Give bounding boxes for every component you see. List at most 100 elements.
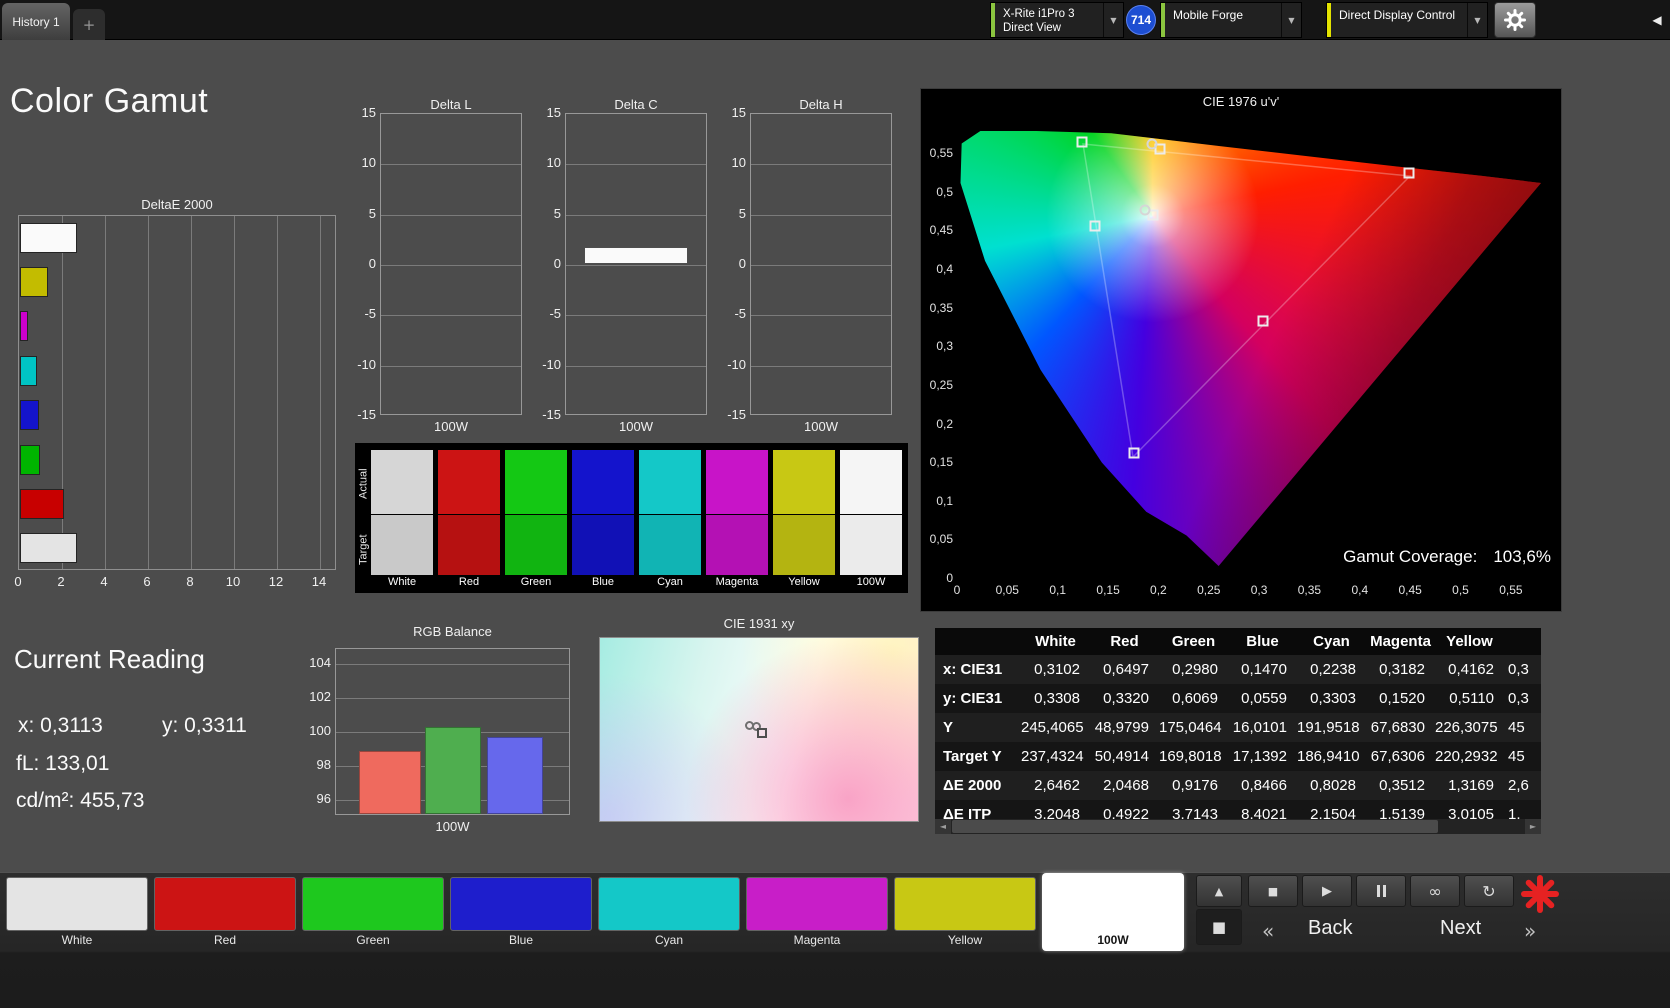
chevron-down-icon[interactable]: ▼ <box>1467 3 1487 37</box>
tab-history-1[interactable]: History 1 <box>2 3 70 40</box>
delta-gridline <box>751 265 891 266</box>
pattern-label: Blue <box>508 933 534 947</box>
swatch-column-magenta: Magenta <box>706 450 768 588</box>
chevron-down-icon[interactable]: ▼ <box>1103 3 1123 37</box>
table-cell: 0,1520 <box>1379 690 1425 707</box>
deltae-bar-green <box>20 444 40 475</box>
delta-gridline <box>566 214 706 216</box>
table-cell: 0,3303 <box>1310 690 1356 707</box>
pattern-button-100w[interactable]: 100W <box>1042 873 1184 951</box>
table-cell: 175,0464 <box>1159 719 1222 736</box>
page-title: Color Gamut <box>10 82 209 120</box>
delta-gridline <box>381 315 521 317</box>
delta-chart-title: Delta L <box>430 97 472 112</box>
target-swatch <box>706 515 768 575</box>
delta-gridline <box>566 164 706 166</box>
cie1976-x-tick: 0,15 <box>1096 583 1120 597</box>
scroll-right-icon[interactable]: ► <box>1525 819 1541 834</box>
delta-axis-tick: -15 <box>357 407 376 422</box>
rgb-gridline <box>336 664 569 665</box>
loop-button[interactable]: ∞ <box>1410 875 1460 907</box>
source-dropdown[interactable]: Mobile Forge ▼ <box>1160 2 1302 38</box>
reading-y: y: 0,3311 <box>162 714 247 737</box>
play-button[interactable]: ▶ <box>1302 875 1352 907</box>
pattern-button-green[interactable]: Green <box>302 875 444 951</box>
pause-button[interactable] <box>1356 875 1406 907</box>
delta-axis-tick: -5 <box>734 306 746 322</box>
table-header-cell: Yellow <box>1446 633 1493 650</box>
table-cell: 237,4324 <box>1021 748 1084 765</box>
cie1976-y-tick: 0,05 <box>929 532 953 547</box>
table-cell: 0,6069 <box>1172 690 1218 707</box>
table-scrollbar[interactable]: ◄ ► <box>935 819 1541 834</box>
actual-swatch <box>438 450 500 514</box>
delta-axis-tick: 10 <box>546 155 561 171</box>
cie1976-title: CIE 1976 u'v' <box>1202 94 1280 109</box>
delta-axis-tick: 10 <box>731 155 746 171</box>
pattern-swatch <box>6 877 148 931</box>
pattern-button-blue[interactable]: Blue <box>450 875 592 951</box>
refresh-button[interactable]: ↻ <box>1464 875 1514 907</box>
cie1976-y-tick: 0,5 <box>936 184 953 199</box>
deltae-bar-magenta <box>20 311 28 342</box>
cie1976-x-tick: 0,1 <box>1049 583 1067 597</box>
pattern-window-button[interactable]: ■ <box>1196 909 1242 945</box>
pattern-button-magenta[interactable]: Magenta <box>746 875 888 951</box>
rgb-bar-green <box>425 726 481 814</box>
deltae-gridline <box>320 216 321 569</box>
pattern-up-button[interactable]: ▲ <box>1196 875 1242 907</box>
meter-dropdown[interactable]: X-Rite i1Pro 3 Direct View ▼ <box>990 2 1124 38</box>
pattern-button-white[interactable]: White <box>6 875 148 951</box>
cie1931-marker-2 <box>757 728 768 739</box>
pattern-button-yellow[interactable]: Yellow <box>894 875 1036 951</box>
table-cell: 67,6830 <box>1370 719 1425 736</box>
deltae-gridline <box>105 216 106 569</box>
bottom-bar: White Red Green Blue Cyan Magenta Yellow 100W ▲… <box>0 872 1670 1008</box>
scroll-left-icon[interactable]: ◄ <box>935 819 951 834</box>
rgb-bar-blue <box>487 737 543 814</box>
target-swatch <box>572 515 634 575</box>
pattern-button-red[interactable]: Red <box>154 875 296 951</box>
swatch-column-100w: 100W <box>840 450 902 588</box>
session-asterisk-icon[interactable] <box>1518 873 1562 915</box>
reading-cd: cd/m²: 455,73 <box>16 789 145 812</box>
table-cell: 0,5110 <box>1449 690 1494 707</box>
table-cell: 0,2980 <box>1172 661 1218 678</box>
cie1976-panel: CIE 1976 u'v' 0,55 0,5 0,45 0,4 0,35 0,3 0,25 0… <box>920 88 1562 612</box>
table-cell: 0,0559 <box>1241 690 1287 707</box>
deltae-axis-tick: 4 <box>100 574 108 589</box>
deltae2000-plot <box>18 215 336 570</box>
next-button[interactable]: Next <box>1440 917 1481 940</box>
pause-icon <box>1376 885 1386 897</box>
back-button[interactable]: Back <box>1308 917 1352 940</box>
stop-button[interactable]: ■ <box>1248 875 1298 907</box>
current-reading-title: Current Reading <box>14 644 205 674</box>
add-tab-button[interactable]: + <box>73 9 105 40</box>
table-header-row: White Red Green Blue Cyan Magenta Yellow <box>935 628 1541 655</box>
cie1976-x-tick: 0,4 <box>1351 583 1369 597</box>
target-swatch <box>840 515 902 575</box>
refresh-icon: ↻ <box>1482 881 1496 901</box>
actual-swatch <box>840 450 902 514</box>
table-cell-partial: 2,6 <box>1508 777 1529 794</box>
cie1976-x-tick: 0,35 <box>1297 583 1322 597</box>
chevron-down-icon[interactable]: ▼ <box>1281 3 1301 37</box>
deltae-bar-blue <box>20 400 39 431</box>
actual-swatch <box>505 450 567 514</box>
scrollbar-thumb[interactable] <box>952 820 1438 833</box>
swatch-label: Red <box>458 576 480 588</box>
meter-name: X-Rite i1Pro 3 <box>1003 8 1075 20</box>
pattern-swatch <box>746 877 888 931</box>
pattern-button-cyan[interactable]: Cyan <box>598 875 740 951</box>
pattern-label: Magenta <box>793 933 841 947</box>
settings-button[interactable] <box>1494 2 1536 38</box>
marker-magenta <box>1257 315 1269 327</box>
collapse-panel-button[interactable]: ◀ <box>1647 2 1667 38</box>
cie1976-y-tick: 0,4 <box>936 261 953 276</box>
measurement-count-badge[interactable]: 714 <box>1126 5 1156 35</box>
table-cell: 169,8018 <box>1159 748 1222 765</box>
display-control-dropdown[interactable]: Direct Display Control ▼ <box>1326 2 1488 38</box>
cie1976-y-tick: 0,2 <box>936 416 953 431</box>
rgb-gridline <box>336 698 569 699</box>
swatch-column-red: Red <box>438 450 500 588</box>
